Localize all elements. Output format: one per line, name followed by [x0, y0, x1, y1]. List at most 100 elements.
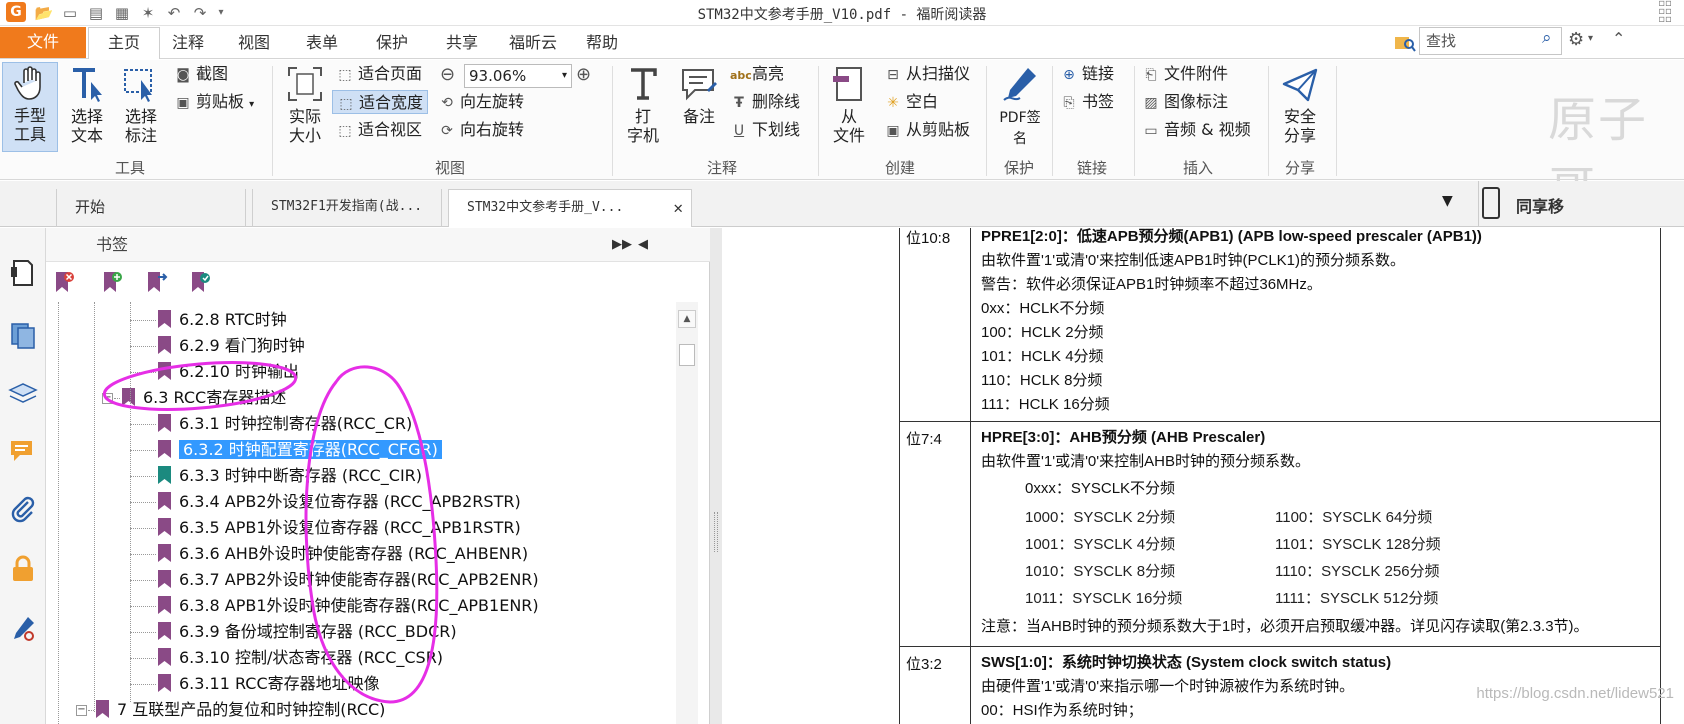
- bookmark-item[interactable]: 6.3.9 备份域控制寄存器 (RCC_BDCR): [158, 620, 457, 644]
- find-folder-icon[interactable]: [1394, 31, 1416, 53]
- panel-collapse-icon[interactable]: ◀: [638, 228, 648, 262]
- from-file-button[interactable]: 从 文件: [824, 64, 874, 145]
- attachments-panel-icon[interactable]: [8, 494, 38, 524]
- move-bookmark-icon[interactable]: [146, 270, 168, 294]
- select-text-button[interactable]: 选择 文本: [62, 64, 112, 145]
- actual-size-button[interactable]: 实际 大小: [280, 64, 330, 145]
- audio-video-button[interactable]: ▭ 音频 & 视频: [1142, 118, 1250, 142]
- scroll-up-icon[interactable]: ▲: [678, 310, 696, 328]
- bookmark-item[interactable]: 6.3.10 控制/状态寄存器 (RCC_CSR): [158, 646, 443, 670]
- underline-button[interactable]: U 下划线: [730, 118, 800, 142]
- panel-expand-icon[interactable]: ▶▶: [612, 228, 632, 262]
- highlight-button[interactable]: abc高亮: [730, 62, 784, 86]
- window-controls[interactable]: ▫▫ ▫▫ ▫▫: [1650, 0, 1680, 26]
- bookmark-item[interactable]: 6.3.7 APB2外设时钟使能寄存器(RCC_APB2ENR): [158, 568, 539, 592]
- document-view[interactable]: 位10:8 PPRE1[2:0]：低速APB预分频(APB1) (APB low-…: [722, 228, 1684, 724]
- tab-share[interactable]: 共享: [440, 31, 484, 59]
- bookmark-item[interactable]: 6.3.3 时钟中断寄存器 (RCC_CIR): [158, 464, 422, 488]
- file-attachment-button[interactable]: ⎗ 文件附件: [1142, 62, 1228, 86]
- panel-splitter[interactable]: [710, 228, 722, 724]
- tree-expander-icon[interactable]: −: [76, 705, 87, 716]
- bookmark-item[interactable]: 6.2.10 时钟输出: [158, 360, 299, 384]
- bookmark-button[interactable]: ⎘ 书签: [1060, 90, 1114, 114]
- screenshot-button[interactable]: ◙ 截图: [174, 62, 228, 86]
- bookmark-item[interactable]: 6.3.6 AHB外设时钟使能寄存器 (RCC_AHBENR): [158, 542, 528, 566]
- pages-panel-icon[interactable]: [8, 320, 38, 350]
- bookmark-panel-icon[interactable]: [8, 258, 38, 288]
- secure-share-button[interactable]: 安全 分享: [1274, 64, 1326, 145]
- fit-width-button[interactable]: ⬚ 适合宽度: [332, 90, 429, 114]
- signature-panel-icon[interactable]: [8, 614, 38, 644]
- description-line: 由软件置'1'或清'0'来控制低速APB1时钟(PCLK1)的预分频系数。: [981, 252, 1406, 269]
- zoom-combobox[interactable]: 93.06% ▾: [464, 64, 572, 88]
- strikeout-button[interactable]: Ŧ 删除线: [730, 90, 800, 114]
- clipboard-button[interactable]: ▣ 剪贴板 ▾: [174, 90, 254, 114]
- bookmark-item[interactable]: 7 互联型产品的复位和时钟控制(RCC): [96, 698, 385, 722]
- fit-page-button[interactable]: ⬚ 适合页面: [336, 62, 422, 86]
- tab-form[interactable]: 表单: [300, 31, 344, 59]
- pdf-sign-button[interactable]: PDF签 名: [992, 64, 1048, 149]
- from-clipboard-icon: ▣: [886, 123, 900, 139]
- tab-list-dropdown-icon[interactable]: ▼: [1442, 193, 1453, 209]
- doc-tab-stm32-reference[interactable]: STM32中文参考手册_V... ✕: [448, 189, 692, 227]
- from-scanner-button[interactable]: ⊟ 从扫描仪: [884, 62, 970, 86]
- doc-tab-start[interactable]: 开始: [56, 189, 246, 227]
- doc-tab-stm32f1-guide[interactable]: STM32F1开发指南(战...: [252, 189, 442, 227]
- clipboard-dropdown-icon[interactable]: ▾: [249, 99, 254, 110]
- tab-help[interactable]: 帮助: [580, 31, 624, 59]
- ribbon-collapse-icon[interactable]: ⌃: [1612, 29, 1625, 48]
- bookmark-label: 6.3.6 AHB外设时钟使能寄存器 (RCC_AHBENR): [179, 544, 529, 563]
- link-button[interactable]: ⊕ 链接: [1060, 62, 1114, 86]
- tab-home[interactable]: 主页: [88, 27, 160, 59]
- tab-view[interactable]: 视图: [232, 31, 276, 59]
- description-line: 100：HCLK 2分频: [981, 324, 1104, 341]
- scrollbar-thumb[interactable]: [679, 344, 695, 366]
- bookmark-item[interactable]: 6.2.8 RTC时钟: [158, 308, 287, 332]
- layers-panel-icon[interactable]: [8, 378, 38, 408]
- zoom-dropdown-icon[interactable]: ▾: [562, 65, 567, 87]
- tab-protect[interactable]: 保护: [370, 31, 414, 59]
- rotate-left-button[interactable]: ⟲ 向左旋转: [438, 90, 524, 114]
- rotate-right-button[interactable]: ⟳ 向右旋转: [438, 118, 524, 142]
- settings-dropdown-icon[interactable]: ▾: [1588, 33, 1593, 44]
- bookmark-item[interactable]: 6.3.11 RCC寄存器地址映像: [158, 672, 380, 696]
- note-button[interactable]: 备注: [674, 64, 724, 126]
- close-icon[interactable]: ✕: [673, 190, 683, 226]
- tree-expander-icon[interactable]: −: [102, 393, 113, 404]
- bookmark-item[interactable]: 6.3.8 APB1外设时钟使能寄存器(RCC_APB1ENR): [158, 594, 539, 618]
- bookmark-item[interactable]: 6.2.9 看门狗时钟: [158, 334, 305, 358]
- typewriter-button[interactable]: 打 字机: [618, 64, 668, 145]
- bookmark-properties-icon[interactable]: [190, 270, 212, 294]
- delete-bookmark-icon[interactable]: [54, 270, 76, 294]
- blank-button[interactable]: ✳ 空白: [884, 90, 938, 114]
- image-annotation-button[interactable]: ▨ 图像标注: [1142, 90, 1228, 114]
- gear-icon[interactable]: ⚙: [1568, 29, 1584, 50]
- bookmark-toolbar: [46, 262, 710, 302]
- bit-range: 位7:4: [906, 431, 942, 448]
- bookmark-label: 6.3.5 APB1外设复位寄存器 (RCC_APB1RSTR): [179, 518, 521, 537]
- zoom-out-icon[interactable]: ⊖: [440, 64, 455, 85]
- bookmark-item[interactable]: 6.3 RCC寄存器描述: [122, 386, 286, 410]
- search-input[interactable]: 查找: [1419, 27, 1562, 55]
- tab-file[interactable]: 文件: [0, 27, 86, 58]
- from-clipboard-button[interactable]: ▣ 从剪贴板: [884, 118, 970, 142]
- search-icon[interactable]: ⌕: [1542, 28, 1552, 48]
- underline-label: 下划线: [752, 120, 801, 139]
- select-annotation-button[interactable]: 选择 标注: [116, 64, 166, 145]
- zoom-in-icon[interactable]: ⊕: [576, 64, 591, 85]
- comments-panel-icon[interactable]: [8, 436, 38, 466]
- bookmark-panel: 书签 ▶▶ ◀ 6.2.8 RTC时钟 6.2.9 看门狗时钟 6.2.10 时钟输…: [46, 228, 710, 724]
- add-bookmark-icon[interactable]: [102, 270, 124, 294]
- splitter-grip[interactable]: [714, 512, 718, 552]
- security-lock-icon[interactable]: [8, 554, 38, 584]
- fit-visible-button[interactable]: ⬚ 适合视区: [336, 118, 422, 142]
- bookmark-scrollbar[interactable]: ▲: [676, 302, 698, 724]
- bookmark-item[interactable]: 6.3.4 APB2外设复位寄存器 (RCC_APB2RSTR): [158, 490, 521, 514]
- bookmark-item[interactable]: 6.3.2 时钟配置寄存器(RCC_CFGR): [158, 438, 442, 462]
- tab-foxit-cloud[interactable]: 福昕云: [500, 31, 566, 59]
- hand-tool-button[interactable]: 手型 工具: [2, 62, 58, 152]
- bookmark-item[interactable]: 6.3.5 APB1外设复位寄存器 (RCC_APB1RSTR): [158, 516, 521, 540]
- bookmark-item[interactable]: 6.3.1 时钟控制寄存器(RCC_CR): [158, 412, 412, 436]
- tab-comment[interactable]: 注释: [166, 31, 210, 59]
- share-to-mobile-link[interactable]: 同享移: [1516, 193, 1564, 217]
